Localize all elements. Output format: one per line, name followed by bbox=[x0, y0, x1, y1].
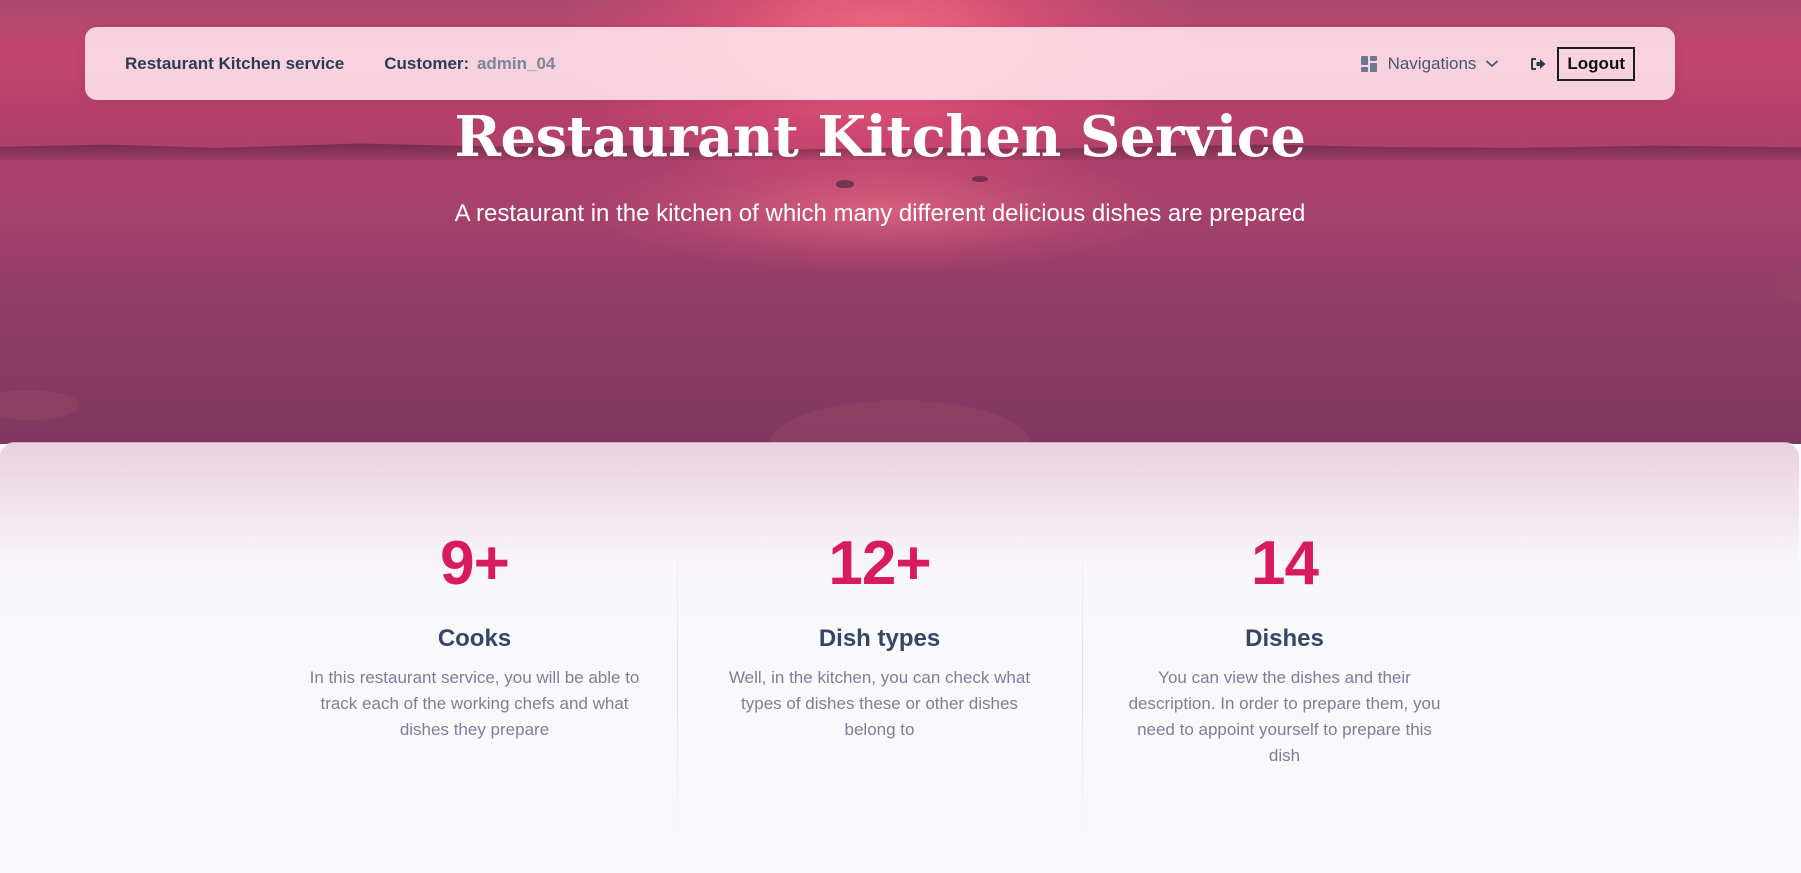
stats-row: 9+ Cooks In this restaurant service, you… bbox=[272, 523, 1488, 833]
stat-number: 12+ bbox=[828, 529, 931, 598]
swan-silhouette bbox=[972, 176, 988, 182]
customer-info: Customer: admin_04 bbox=[384, 54, 555, 74]
navbar-right: Navigations Logout bbox=[1360, 46, 1635, 81]
stat-title: Dish types bbox=[818, 625, 941, 652]
stat-cooks: 9+ Cooks In this restaurant service, you… bbox=[272, 523, 677, 833]
top-navbar: Restaurant Kitchen service Customer: adm… bbox=[85, 27, 1675, 100]
swan-silhouette bbox=[836, 180, 854, 188]
rock bbox=[0, 390, 80, 420]
stat-dish-types: 12+ Dish types Well, in the kitchen, you… bbox=[677, 523, 1082, 833]
brand-link[interactable]: Restaurant Kitchen service bbox=[125, 54, 344, 74]
navigations-dropdown[interactable]: Navigations bbox=[1360, 53, 1500, 74]
stat-number: 14 bbox=[1251, 529, 1319, 598]
dashboard-icon bbox=[1360, 55, 1377, 72]
stat-title: Dishes bbox=[1245, 625, 1324, 652]
navigations-label: Navigations bbox=[1387, 53, 1477, 73]
stat-description: In this restaurant service, you will be … bbox=[309, 668, 640, 739]
stat-dishes: 14 Dishes You can view the dishes and th… bbox=[1082, 523, 1487, 833]
stats-card: 9+ Cooks In this restaurant service, you… bbox=[0, 443, 1799, 873]
sign-out-icon bbox=[1529, 55, 1547, 73]
page-subtitle: A restaurant in the kitchen of which man… bbox=[454, 200, 1306, 227]
stat-title: Cooks bbox=[437, 625, 512, 652]
stat-description: You can view the dishes and their descri… bbox=[1128, 668, 1441, 765]
rock bbox=[1775, 268, 1801, 304]
logout-button[interactable]: Logout bbox=[1557, 46, 1635, 81]
logout-group: Logout bbox=[1529, 46, 1635, 81]
customer-label: Customer: bbox=[384, 53, 470, 73]
stat-number: 9+ bbox=[440, 529, 510, 598]
rock bbox=[770, 400, 1030, 444]
chevron-down-icon bbox=[1485, 57, 1499, 71]
customer-name: admin_04 bbox=[476, 53, 556, 73]
stat-description: Well, in the kitchen, you can check what… bbox=[728, 668, 1031, 739]
page-title: Restaurant Kitchen Service bbox=[454, 104, 1306, 170]
